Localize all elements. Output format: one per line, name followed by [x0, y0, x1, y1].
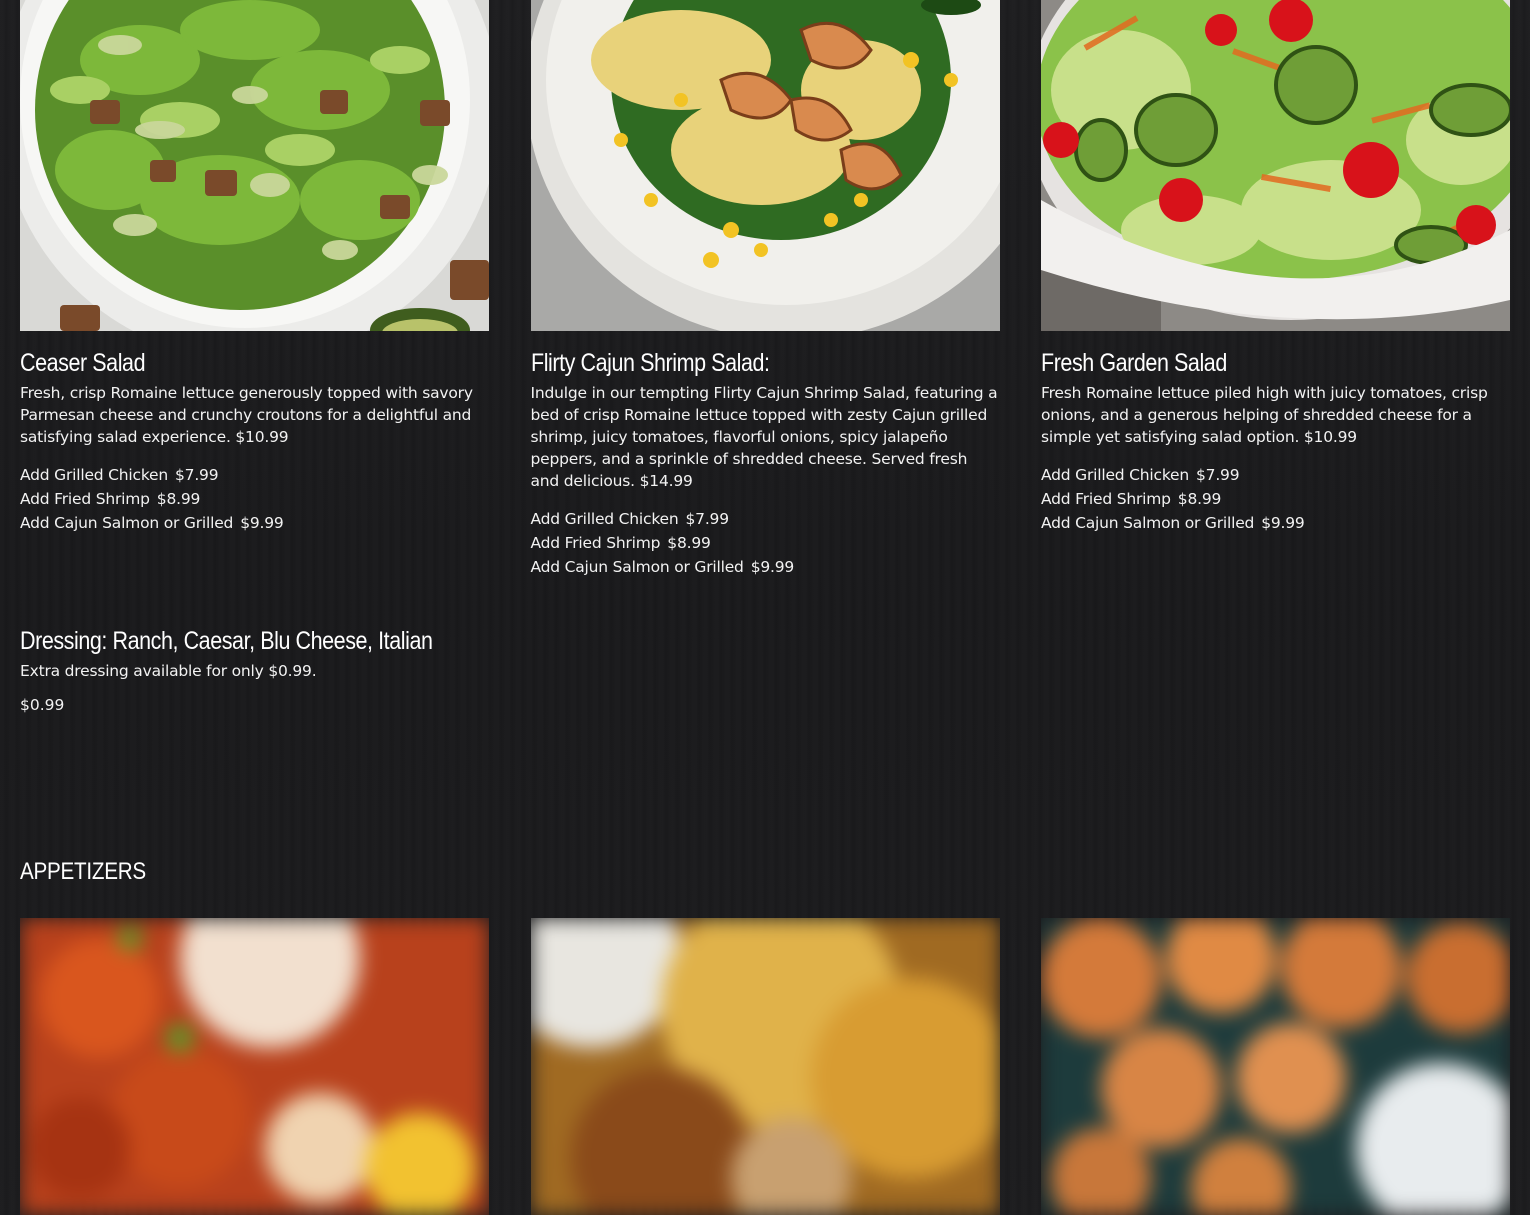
addon-label: Add Grilled Chicken [1041, 466, 1189, 484]
item-description: Fresh Romaine lettuce piled high with ju… [1041, 384, 1488, 446]
addon-label: Add Fried Shrimp [1041, 490, 1171, 508]
section-title-appetizers: APPETIZERS [20, 858, 146, 885]
menu-item-caesar-salad: Ceaser Salad Fresh, crisp Romaine lettuc… [20, 0, 489, 579]
addon-label: Add Grilled Chicken [20, 466, 168, 484]
addon-row: Add Cajun Salmon or Grilled $9.99 [1041, 511, 1510, 535]
item-description: Fresh, crisp Romaine lettuce generously … [20, 384, 473, 446]
menu-page: Ceaser Salad Fresh, crisp Romaine lettuc… [0, 0, 1530, 1215]
addon-list: Add Grilled Chicken $7.99 Add Fried Shri… [20, 463, 489, 535]
addon-label: Add Cajun Salmon or Grilled [530, 558, 744, 576]
addon-list: Add Grilled Chicken $7.99 Add Fried Shri… [1041, 463, 1510, 535]
addon-row: Add Grilled Chicken $7.99 [20, 463, 489, 487]
addon-row: Add Fried Shrimp $8.99 [20, 487, 489, 511]
addon-row: Add Cajun Salmon or Grilled $9.99 [20, 511, 489, 535]
loaded-fries-photo [530, 918, 1000, 1215]
addon-label: Add Fried Shrimp [530, 534, 661, 552]
addon-price: $9.99 [750, 558, 795, 576]
addon-label: Add Grilled Chicken [530, 510, 679, 528]
addon-label: Add Fried Shrimp [20, 490, 150, 508]
salad-row: Ceaser Salad Fresh, crisp Romaine lettuc… [20, 0, 1510, 579]
addon-price: $9.99 [240, 514, 284, 532]
item-price: $0.99 [20, 696, 65, 714]
shrimp-salad-photo [530, 0, 1000, 331]
fried-bites-photo [1041, 918, 1510, 1215]
wings-photo [20, 918, 489, 1215]
addon-price: $7.99 [1196, 466, 1240, 484]
menu-item-garden-salad: Fresh Garden Salad Fresh Romaine lettuce… [1041, 0, 1510, 579]
addon-price: $8.99 [156, 490, 201, 508]
addon-row: Add Grilled Chicken $7.99 [531, 507, 1000, 531]
addon-price: $9.99 [1261, 514, 1305, 532]
item-description: Indulge in our tempting Flirty Cajun Shr… [530, 384, 998, 490]
garden-salad-photo [1041, 0, 1510, 331]
addon-price: $8.99 [1177, 490, 1222, 508]
addon-row: Add Fried Shrimp $8.99 [1041, 487, 1510, 511]
item-title: Dressing: Ranch, Caesar, Blu Cheese, Ita… [20, 627, 433, 655]
item-description: Extra dressing available for only $0.99. [20, 662, 317, 680]
item-title: Flirty Cajun Shrimp Salad: [530, 349, 770, 377]
item-title: Ceaser Salad [20, 349, 146, 377]
addon-label: Add Cajun Salmon or Grilled [20, 514, 234, 532]
caesar-salad-photo [20, 0, 489, 331]
item-title: Fresh Garden Salad [1041, 349, 1227, 377]
addon-row: Add Fried Shrimp $8.99 [531, 531, 1000, 555]
addon-row: Add Grilled Chicken $7.99 [1041, 463, 1510, 487]
addon-price: $8.99 [667, 534, 711, 552]
addon-price: $7.99 [175, 466, 219, 484]
addon-row: Add Cajun Salmon or Grilled $9.99 [531, 555, 1000, 579]
menu-item-cajun-shrimp-salad: Flirty Cajun Shrimp Salad: Indulge in ou… [530, 0, 1000, 579]
addon-list: Add Grilled Chicken $7.99 Add Fried Shri… [531, 507, 1000, 579]
addon-price: $7.99 [685, 510, 730, 528]
menu-item-dressing: Dressing: Ranch, Caesar, Blu Cheese, Ita… [20, 626, 720, 714]
addon-label: Add Cajun Salmon or Grilled [1041, 514, 1255, 532]
appetizer-row [20, 918, 1510, 1215]
